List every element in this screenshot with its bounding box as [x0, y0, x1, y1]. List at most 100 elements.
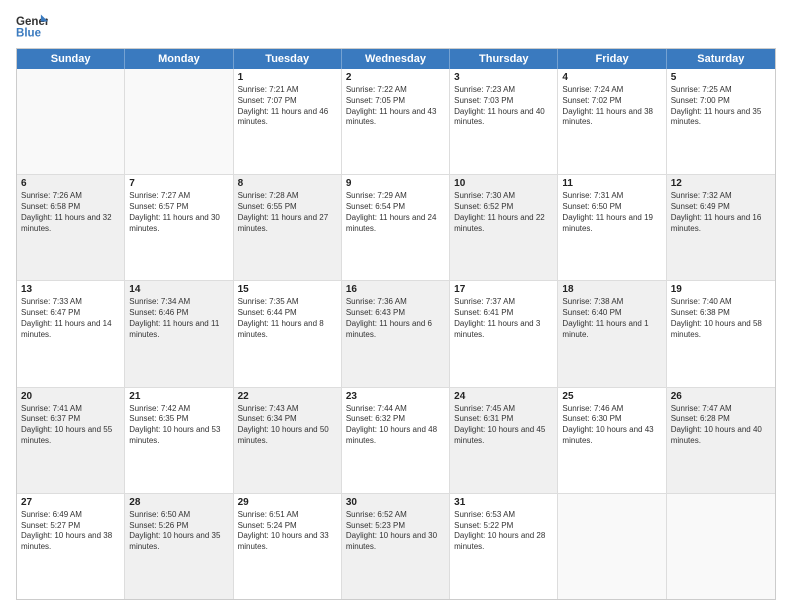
calendar-cell: 21Sunrise: 7:42 AM Sunset: 6:35 PM Dayli… [125, 388, 233, 493]
calendar-cell: 19Sunrise: 7:40 AM Sunset: 6:38 PM Dayli… [667, 281, 775, 386]
day-info: Sunrise: 7:29 AM Sunset: 6:54 PM Dayligh… [346, 191, 445, 234]
calendar-cell: 10 Sunrise: 7:30 AM Sunset: 6:52 PM Dayli… [450, 175, 558, 280]
calendar-cell: 16 Sunrise: 7:36 AM Sunset: 6:43 PM Dayli… [342, 281, 450, 386]
day-number: 16 [346, 284, 445, 295]
calendar-cell: 1 Sunrise: 7:21 AM Sunset: 7:07 PM Daylig… [234, 69, 342, 174]
day-number: 13 [21, 284, 120, 295]
day-number: 20 [21, 391, 120, 402]
calendar-cell: 2 Sunrise: 7:22 AM Sunset: 7:05 PM Daylig… [342, 69, 450, 174]
day-number: 10 [454, 178, 553, 189]
day-number: 14 [129, 284, 228, 295]
day-number: 8 [238, 178, 337, 189]
day-info: Sunrise: 7:21 AM Sunset: 7:07 PM Dayligh… [238, 85, 337, 128]
day-info: Sunrise: 7:42 AM Sunset: 6:35 PM Dayligh… [129, 404, 228, 447]
day-info: Sunrise: 6:53 AM Sunset: 5:22 PM Dayligh… [454, 510, 553, 553]
logo-icon: General Blue [16, 12, 48, 40]
calendar-cell: 30Sunrise: 6:52 AM Sunset: 5:23 PM Dayli… [342, 494, 450, 599]
calendar-cell: 11Sunrise: 7:31 AM Sunset: 6:50 PM Dayli… [558, 175, 666, 280]
day-info: Sunrise: 7:44 AM Sunset: 6:32 PM Dayligh… [346, 404, 445, 447]
calendar-cell: 8 Sunrise: 7:28 AM Sunset: 6:55 PM Daylig… [234, 175, 342, 280]
day-info: Sunrise: 7:30 AM Sunset: 6:52 PM Dayligh… [454, 191, 553, 234]
calendar-cell: 23 Sunrise: 7:44 AM Sunset: 6:32 PM Dayli… [342, 388, 450, 493]
day-info: Sunrise: 7:28 AM Sunset: 6:55 PM Dayligh… [238, 191, 337, 234]
day-info: Sunrise: 7:22 AM Sunset: 7:05 PM Dayligh… [346, 85, 445, 128]
day-number: 15 [238, 284, 337, 295]
calendar-cell: 24 Sunrise: 7:45 AM Sunset: 6:31 PM Dayli… [450, 388, 558, 493]
calendar-cell: 31 Sunrise: 6:53 AM Sunset: 5:22 PM Dayli… [450, 494, 558, 599]
calendar-week-row: 1 Sunrise: 7:21 AM Sunset: 7:07 PM Daylig… [17, 69, 775, 175]
calendar-body: 1 Sunrise: 7:21 AM Sunset: 7:07 PM Daylig… [17, 69, 775, 599]
calendar-week-row: 20 Sunrise: 7:41 AM Sunset: 6:37 PM Dayli… [17, 388, 775, 494]
calendar-cell: 3Sunrise: 7:23 AM Sunset: 7:03 PM Daylig… [450, 69, 558, 174]
day-info: Sunrise: 7:36 AM Sunset: 6:43 PM Dayligh… [346, 297, 445, 340]
day-info: Sunrise: 6:50 AM Sunset: 5:26 PM Dayligh… [129, 510, 228, 553]
calendar-header: SundayMondayTuesdayWednesdayThursdayFrid… [17, 49, 775, 69]
calendar-cell: 20 Sunrise: 7:41 AM Sunset: 6:37 PM Dayli… [17, 388, 125, 493]
day-number: 1 [238, 72, 337, 83]
calendar-cell: 12Sunrise: 7:32 AM Sunset: 6:49 PM Dayli… [667, 175, 775, 280]
calendar-header-cell: Wednesday [342, 49, 450, 69]
day-info: Sunrise: 7:37 AM Sunset: 6:41 PM Dayligh… [454, 297, 553, 340]
calendar-cell: 5 Sunrise: 7:25 AM Sunset: 7:00 PM Daylig… [667, 69, 775, 174]
day-info: Sunrise: 7:35 AM Sunset: 6:44 PM Dayligh… [238, 297, 337, 340]
calendar: SundayMondayTuesdayWednesdayThursdayFrid… [16, 48, 776, 600]
day-number: 7 [129, 178, 228, 189]
calendar-week-row: 6Sunrise: 7:26 AM Sunset: 6:58 PM Daylig… [17, 175, 775, 281]
calendar-cell: 15 Sunrise: 7:35 AM Sunset: 6:44 PM Dayli… [234, 281, 342, 386]
day-number: 26 [671, 391, 771, 402]
calendar-cell [125, 69, 233, 174]
day-info: Sunrise: 6:51 AM Sunset: 5:24 PM Dayligh… [238, 510, 337, 553]
day-info: Sunrise: 7:25 AM Sunset: 7:00 PM Dayligh… [671, 85, 771, 128]
day-number: 3 [454, 72, 553, 83]
calendar-cell: 17Sunrise: 7:37 AM Sunset: 6:41 PM Dayli… [450, 281, 558, 386]
calendar-cell: 9 Sunrise: 7:29 AM Sunset: 6:54 PM Daylig… [342, 175, 450, 280]
day-number: 9 [346, 178, 445, 189]
day-number: 5 [671, 72, 771, 83]
calendar-cell: 13Sunrise: 7:33 AM Sunset: 6:47 PM Dayli… [17, 281, 125, 386]
calendar-header-cell: Thursday [450, 49, 558, 69]
calendar-cell: 4Sunrise: 7:24 AM Sunset: 7:02 PM Daylig… [558, 69, 666, 174]
calendar-cell: 28 Sunrise: 6:50 AM Sunset: 5:26 PM Dayli… [125, 494, 233, 599]
day-number: 18 [562, 284, 661, 295]
day-info: Sunrise: 7:24 AM Sunset: 7:02 PM Dayligh… [562, 85, 661, 128]
day-number: 11 [562, 178, 661, 189]
day-number: 31 [454, 497, 553, 508]
day-number: 27 [21, 497, 120, 508]
calendar-cell: 7 Sunrise: 7:27 AM Sunset: 6:57 PM Daylig… [125, 175, 233, 280]
day-number: 6 [21, 178, 120, 189]
day-number: 22 [238, 391, 337, 402]
day-info: Sunrise: 7:34 AM Sunset: 6:46 PM Dayligh… [129, 297, 228, 340]
day-number: 28 [129, 497, 228, 508]
calendar-cell [558, 494, 666, 599]
calendar-header-cell: Saturday [667, 49, 775, 69]
header: General Blue [16, 12, 776, 40]
day-number: 2 [346, 72, 445, 83]
day-info: Sunrise: 7:43 AM Sunset: 6:34 PM Dayligh… [238, 404, 337, 447]
day-info: Sunrise: 7:46 AM Sunset: 6:30 PM Dayligh… [562, 404, 661, 447]
day-info: Sunrise: 6:49 AM Sunset: 5:27 PM Dayligh… [21, 510, 120, 553]
calendar-cell: 29 Sunrise: 6:51 AM Sunset: 5:24 PM Dayli… [234, 494, 342, 599]
calendar-cell: 18 Sunrise: 7:38 AM Sunset: 6:40 PM Dayli… [558, 281, 666, 386]
page: General Blue SundayMondayTuesdayWednesda… [0, 0, 792, 612]
day-number: 25 [562, 391, 661, 402]
calendar-cell [17, 69, 125, 174]
logo: General Blue [16, 12, 48, 40]
day-info: Sunrise: 7:38 AM Sunset: 6:40 PM Dayligh… [562, 297, 661, 340]
calendar-cell: 22 Sunrise: 7:43 AM Sunset: 6:34 PM Dayli… [234, 388, 342, 493]
calendar-cell: 6Sunrise: 7:26 AM Sunset: 6:58 PM Daylig… [17, 175, 125, 280]
svg-text:Blue: Blue [16, 28, 42, 40]
calendar-cell: 14 Sunrise: 7:34 AM Sunset: 6:46 PM Dayli… [125, 281, 233, 386]
calendar-cell: 25 Sunrise: 7:46 AM Sunset: 6:30 PM Dayli… [558, 388, 666, 493]
calendar-week-row: 13Sunrise: 7:33 AM Sunset: 6:47 PM Dayli… [17, 281, 775, 387]
day-info: Sunrise: 7:27 AM Sunset: 6:57 PM Dayligh… [129, 191, 228, 234]
day-number: 29 [238, 497, 337, 508]
day-info: Sunrise: 7:41 AM Sunset: 6:37 PM Dayligh… [21, 404, 120, 447]
calendar-cell: 27 Sunrise: 6:49 AM Sunset: 5:27 PM Dayli… [17, 494, 125, 599]
day-number: 24 [454, 391, 553, 402]
day-info: Sunrise: 7:45 AM Sunset: 6:31 PM Dayligh… [454, 404, 553, 447]
calendar-header-cell: Tuesday [234, 49, 342, 69]
day-info: Sunrise: 7:32 AM Sunset: 6:49 PM Dayligh… [671, 191, 771, 234]
day-number: 19 [671, 284, 771, 295]
day-info: Sunrise: 7:47 AM Sunset: 6:28 PM Dayligh… [671, 404, 771, 447]
day-number: 23 [346, 391, 445, 402]
